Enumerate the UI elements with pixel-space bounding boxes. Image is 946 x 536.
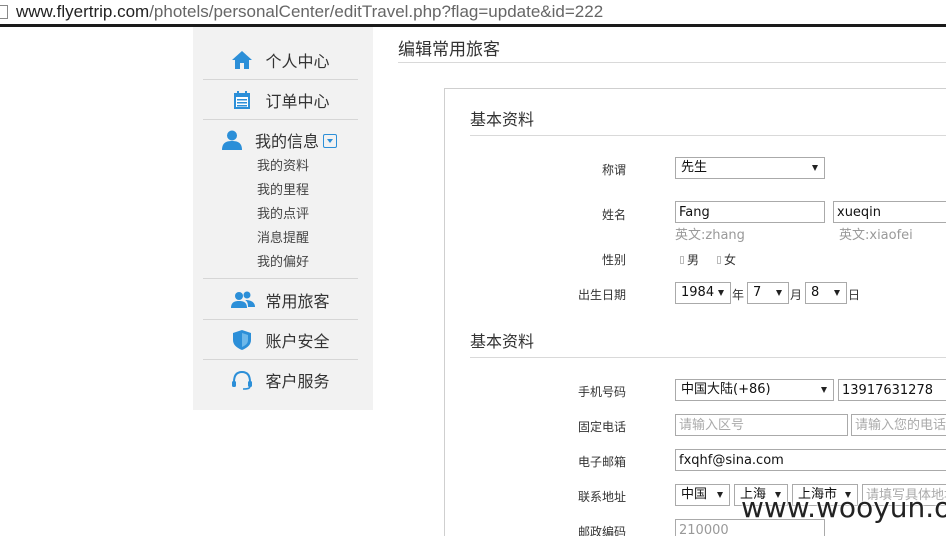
sidebar-item-order-center[interactable]: 订单中心 bbox=[203, 80, 358, 120]
url-host: www.flyertrip.com bbox=[16, 2, 150, 21]
sidebar-item-label: 个人中心 bbox=[265, 51, 330, 71]
phone-label: 固定电话 bbox=[577, 420, 626, 434]
my-info-submenu: 我的资料 我的里程 我的点评 消息提醒 我的偏好 bbox=[257, 155, 309, 275]
section-title-basic-info: 基本资料 bbox=[470, 110, 535, 129]
address-country-select[interactable]: 中国 bbox=[675, 484, 730, 506]
gender-male-label: 男 bbox=[687, 253, 700, 267]
surname-hint: 英文:zhang bbox=[675, 228, 745, 243]
sidebar: 个人中心 订单中心 我的信息 我的资料 我的里程 我的点评 消息提醒 我的偏好 … bbox=[193, 27, 373, 410]
user-icon bbox=[221, 129, 243, 151]
title-select-value: 先生 bbox=[681, 160, 708, 175]
gender-label: 性别 bbox=[601, 253, 626, 267]
birth-year-value: 1984 bbox=[681, 285, 715, 300]
mobile-label: 手机号码 bbox=[577, 385, 626, 399]
home-icon bbox=[231, 49, 253, 71]
title-divider bbox=[398, 62, 946, 63]
sidebar-item-label: 订单中心 bbox=[265, 91, 330, 111]
calendar-icon bbox=[231, 89, 253, 111]
mobile-country-value: 中国大陆(+86) bbox=[681, 382, 771, 397]
sidebar-item-label: 常用旅客 bbox=[265, 291, 330, 311]
page-title: 编辑常用旅客 bbox=[398, 40, 500, 60]
birth-day-select[interactable]: 8 bbox=[805, 282, 847, 304]
chevron-down-icon[interactable] bbox=[323, 134, 338, 148]
email-label: 电子邮箱 bbox=[577, 455, 626, 469]
submenu-item-my-mileage[interactable]: 我的里程 bbox=[257, 179, 309, 203]
watermark-text: www.wooyun.org bbox=[741, 491, 946, 524]
birth-label: 出生日期 bbox=[577, 288, 626, 302]
birth-year-select[interactable]: 1984 bbox=[675, 282, 731, 304]
mobile-input[interactable] bbox=[838, 379, 946, 401]
sidebar-item-label: 客户服务 bbox=[265, 372, 330, 391]
address-bar[interactable]: www.flyertrip.com/photels/personalCenter… bbox=[0, 0, 946, 24]
sidebar-item-label: 账户安全 bbox=[265, 331, 330, 351]
url-text[interactable]: www.flyertrip.com/photels/personalCenter… bbox=[16, 2, 603, 22]
sidebar-item-customer-service[interactable]: 客户服务 bbox=[203, 360, 358, 400]
surname-input[interactable] bbox=[675, 201, 825, 223]
phone-area-input[interactable] bbox=[675, 414, 848, 436]
radio-icon bbox=[680, 255, 684, 264]
shield-icon bbox=[231, 329, 253, 351]
givenname-input[interactable] bbox=[833, 201, 946, 223]
watermark: www.wooyun.org bbox=[741, 491, 946, 524]
birth-month-value: 7 bbox=[753, 285, 762, 300]
sidebar-item-personal-center[interactable]: 个人中心 bbox=[203, 40, 358, 80]
sidebar-item-my-info[interactable]: 我的信息 bbox=[203, 120, 358, 160]
birth-day-value: 8 bbox=[811, 285, 820, 300]
headset-icon bbox=[231, 369, 253, 391]
section-divider bbox=[470, 135, 946, 136]
submenu-item-my-reviews[interactable]: 我的点评 bbox=[257, 203, 309, 227]
year-unit: 年 bbox=[732, 288, 745, 302]
page-icon bbox=[0, 5, 8, 19]
section-title-contact-info: 基本资料 bbox=[470, 332, 535, 351]
zip-label: 邮政编码 bbox=[577, 525, 626, 536]
sidebar-item-label: 我的信息 bbox=[255, 132, 320, 151]
gender-female-radio[interactable]: 女 bbox=[717, 251, 736, 268]
gender-female-label: 女 bbox=[724, 253, 737, 267]
phone-number-input[interactable] bbox=[851, 414, 946, 436]
section-divider bbox=[470, 357, 946, 358]
title-label: 称谓 bbox=[601, 163, 626, 177]
address-country-value: 中国 bbox=[681, 487, 708, 502]
birth-month-select[interactable]: 7 bbox=[747, 282, 789, 304]
month-unit: 月 bbox=[790, 288, 803, 302]
address-label: 联系地址 bbox=[577, 490, 626, 504]
givenname-hint: 英文:xiaofei bbox=[839, 228, 913, 243]
submenu-item-preferences[interactable]: 我的偏好 bbox=[257, 251, 309, 275]
submenu-item-notifications[interactable]: 消息提醒 bbox=[257, 227, 309, 251]
gender-male-radio[interactable]: 男 bbox=[680, 251, 699, 268]
name-label: 姓名 bbox=[601, 208, 626, 222]
title-select[interactable]: 先生 bbox=[675, 157, 825, 179]
url-path: /photels/personalCenter/editTravel.php?f… bbox=[149, 2, 604, 21]
users-icon bbox=[231, 289, 256, 311]
day-unit: 日 bbox=[848, 288, 861, 302]
radio-icon bbox=[717, 255, 721, 264]
sidebar-item-frequent-travelers[interactable]: 常用旅客 bbox=[203, 280, 358, 320]
submenu-item-my-profile[interactable]: 我的资料 bbox=[257, 155, 309, 179]
toolbar-divider bbox=[0, 24, 946, 27]
sidebar-item-account-security[interactable]: 账户安全 bbox=[203, 320, 358, 360]
email-input[interactable] bbox=[675, 449, 946, 471]
sidebar-divider bbox=[203, 278, 358, 279]
mobile-country-select[interactable]: 中国大陆(+86) bbox=[675, 379, 834, 401]
